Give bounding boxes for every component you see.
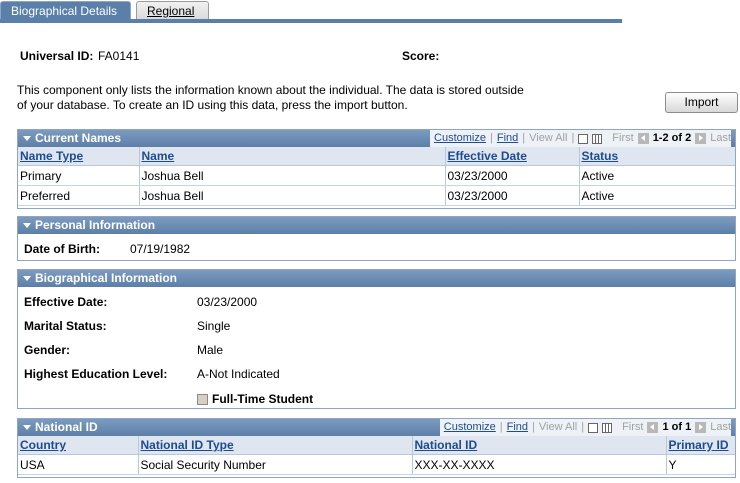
current-names-grid: Current Names Customize | Find | View All |… xyxy=(17,129,736,209)
national-id-nav: Customize | Find | View All | First 1 of 1 … xyxy=(439,419,731,436)
row-count: 1-2 of 2 xyxy=(652,132,692,144)
collapse-triangle-icon[interactable] xyxy=(23,135,31,141)
last-label: Last xyxy=(710,421,731,433)
collapse-triangle-icon[interactable] xyxy=(23,222,31,228)
fulltime-student-label: Full-Time Student xyxy=(212,392,314,406)
personal-info-title: Personal Information xyxy=(35,218,156,232)
current-names-title: Current Names xyxy=(35,131,122,145)
cell: XXX-XX-XXXX xyxy=(412,454,667,475)
find-link[interactable]: Find xyxy=(507,419,528,436)
education-value: A-Not Indicated xyxy=(197,367,280,381)
prev-arrow-icon xyxy=(637,133,649,144)
score-label: Score: xyxy=(402,49,440,63)
gender-value: Male xyxy=(197,343,224,357)
last-label: Last xyxy=(710,132,731,144)
fulltime-student-checkbox xyxy=(197,394,208,406)
next-arrow-icon xyxy=(695,133,707,144)
next-arrow-icon xyxy=(695,422,707,433)
row-count: 1 of 1 xyxy=(662,421,692,433)
find-link[interactable]: Find xyxy=(497,130,518,147)
grid-view-icon[interactable] xyxy=(592,133,603,144)
tab-regional[interactable]: Regional xyxy=(136,1,209,20)
col-name-type[interactable]: Name Type xyxy=(18,147,140,166)
customize-link[interactable]: Customize xyxy=(444,419,496,436)
table-row: Preferred Joshua Bell 03/23/2000 Active xyxy=(18,185,735,206)
cell: 03/23/2000 xyxy=(445,165,580,186)
tab-underline xyxy=(0,19,622,23)
fulltime-student: Full-Time Student xyxy=(197,392,313,406)
national-id-title: National ID xyxy=(35,420,98,434)
bio-info-box: Biographical Information xyxy=(17,269,736,409)
education-label: Highest Education Level: xyxy=(24,367,168,381)
col-national-id[interactable]: National ID xyxy=(412,436,667,455)
new-window-icon[interactable] xyxy=(588,422,599,433)
bio-info-title: Biographical Information xyxy=(35,271,178,285)
effective-date-label: Effective Date: xyxy=(24,295,108,309)
marital-status-value: Single xyxy=(197,319,231,333)
tab-biographical-details[interactable]: Biographical Details xyxy=(0,1,131,20)
national-id-table: Country National ID Type National ID Pri… xyxy=(18,436,735,475)
table-row: Primary Joshua Bell 03/23/2000 Active xyxy=(18,165,735,186)
info-text-line1: This component only lists the informatio… xyxy=(17,83,524,97)
dob-value: 07/19/1982 xyxy=(130,242,191,256)
cell: USA xyxy=(18,454,139,475)
col-national-id-type[interactable]: National ID Type xyxy=(138,436,413,455)
cell: Joshua Bell xyxy=(139,185,446,206)
new-window-icon[interactable] xyxy=(578,133,589,144)
cell: Primary xyxy=(18,165,140,186)
customize-link[interactable]: Customize xyxy=(434,130,486,147)
universal-id-label: Universal ID: xyxy=(20,49,94,63)
cell: Social Security Number xyxy=(138,454,413,475)
collapse-triangle-icon[interactable] xyxy=(23,275,31,281)
cell: 03/23/2000 xyxy=(445,185,580,206)
cell: Y xyxy=(666,454,735,475)
bio-info-header: Biographical Information xyxy=(18,270,735,287)
cell: Preferred xyxy=(18,185,140,206)
cell: Joshua Bell xyxy=(139,165,446,186)
grid-view-icon[interactable] xyxy=(602,422,613,433)
first-label: First xyxy=(622,421,644,433)
col-name[interactable]: Name xyxy=(139,147,446,166)
current-names-nav: Customize | Find | View All | First 1-2 of … xyxy=(430,130,731,147)
col-effective-date[interactable]: Effective Date xyxy=(445,147,580,166)
effective-date-value: 03/23/2000 xyxy=(197,295,258,309)
view-all-link: View All xyxy=(529,132,568,144)
view-all-link: View All xyxy=(538,421,578,433)
personal-info-box: Personal Information xyxy=(17,216,736,261)
info-text-line2: of your database. To create an ID using … xyxy=(17,98,408,112)
current-names-header: Current Names Customize | Find | View All |… xyxy=(18,130,735,147)
cell: Active xyxy=(579,165,735,186)
import-button[interactable]: Import xyxy=(665,92,738,113)
tab-regional-label: Regional xyxy=(147,4,195,18)
national-id-header: National ID Customize | Find | View All | F… xyxy=(18,419,735,436)
prev-arrow-icon xyxy=(647,422,659,433)
first-label: First xyxy=(612,132,634,144)
col-country[interactable]: Country xyxy=(18,436,139,455)
col-status[interactable]: Status xyxy=(579,147,735,166)
table-row: USA Social Security Number XXX-XX-XXXX Y xyxy=(18,454,735,475)
col-primary-id[interactable]: Primary ID xyxy=(666,436,735,455)
marital-status-label: Marital Status: xyxy=(24,319,107,333)
personal-info-header: Personal Information xyxy=(18,217,735,234)
gender-label: Gender: xyxy=(24,343,71,357)
dob-label: Date of Birth: xyxy=(24,242,100,256)
universal-id-value: FA0141 xyxy=(98,49,140,63)
national-id-grid: National ID Customize | Find | View All | F… xyxy=(17,418,736,478)
current-names-table: Name Type Name Effective Date Status Pri… xyxy=(18,147,735,206)
collapse-triangle-icon[interactable] xyxy=(23,424,31,430)
cell: Active xyxy=(579,185,735,206)
